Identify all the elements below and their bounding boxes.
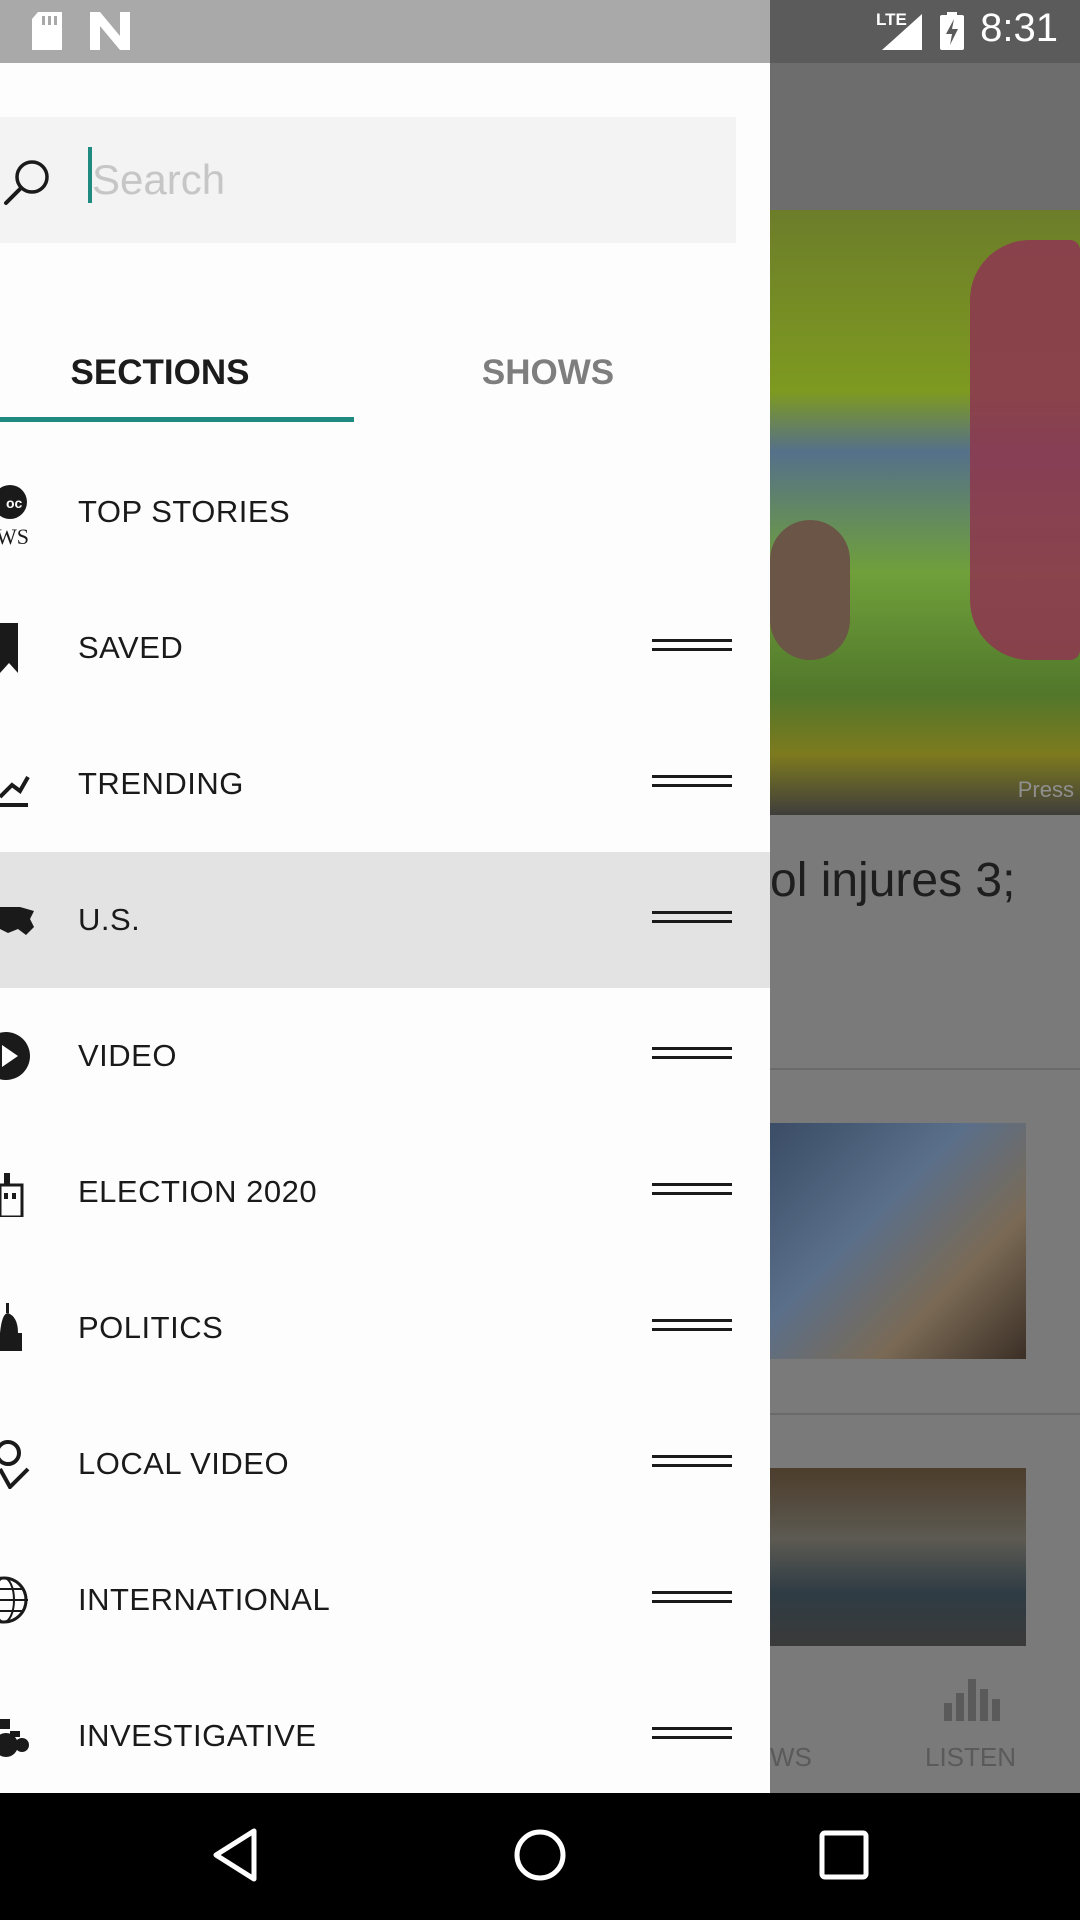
svg-text:WS: WS (0, 524, 29, 549)
trending-icon (0, 776, 30, 807)
section-item-saved[interactable]: SAVED (0, 580, 770, 716)
svg-text:oc: oc (6, 495, 23, 511)
background-thumbnail (770, 1468, 1026, 1646)
tab-shows[interactable]: SHOWS (388, 333, 708, 413)
background-tab-news: WS (770, 1742, 812, 1772)
sd-card-icon (32, 12, 62, 50)
section-item-international[interactable]: INTERNATIONAL (0, 1532, 770, 1668)
bookmark-icon (0, 623, 18, 673)
section-label: POLITICS (78, 1310, 224, 1345)
section-item-politics[interactable]: POLITICS (0, 1260, 770, 1396)
background-divider (770, 1068, 1080, 1070)
section-item-trending[interactable]: TRENDING (0, 716, 770, 852)
section-item-top-stories[interactable]: oc WS TOP STORIES (0, 444, 770, 580)
n-app-icon (90, 12, 130, 50)
drag-handle-icon[interactable] (652, 1455, 732, 1473)
background-thumbnail (770, 1123, 1026, 1359)
drag-handle-icon[interactable] (652, 775, 732, 793)
text-cursor (88, 147, 92, 203)
section-item-local-video[interactable]: LOCAL VIDEO (0, 1396, 770, 1532)
section-label: U.S. (78, 902, 141, 937)
section-item-video[interactable]: VIDEO (0, 988, 770, 1124)
navigation-drawer: SECTIONS SHOWS oc WS TOP STORIES SAVED (0, 63, 770, 1793)
abc-news-logo-icon: oc WS (0, 485, 29, 549)
section-label: INTERNATIONAL (78, 1582, 331, 1617)
sections-list: oc WS TOP STORIES SAVED TRENDING U.S. VI… (0, 444, 770, 1804)
dome-icon (0, 1303, 22, 1351)
navigation-bar (0, 1793, 1080, 1920)
capitol-building-icon (0, 1173, 24, 1217)
background-headline: ol injures 3; (770, 854, 1016, 907)
background-hero-caption: Press (1017, 777, 1074, 802)
section-label: VIDEO (78, 1038, 177, 1073)
listen-icon (944, 1679, 1000, 1721)
tab-sections[interactable]: SECTIONS (0, 333, 320, 413)
lte-signal-icon (882, 14, 922, 50)
battery-charging-icon (940, 12, 964, 50)
section-item-election-2020[interactable]: ELECTION 2020 (0, 1124, 770, 1260)
drag-handle-icon[interactable] (652, 1591, 732, 1609)
background-tab-listen: LISTEN (925, 1742, 1017, 1772)
status-bar: LTE 8:31 (0, 0, 1080, 63)
section-item-us[interactable]: U.S. (0, 852, 770, 988)
tab-selected-indicator (0, 417, 354, 422)
background-app: Press ol injures 3; WS LISTEN (770, 63, 1080, 1793)
drag-handle-icon[interactable] (652, 911, 732, 929)
home-icon[interactable] (510, 1825, 570, 1885)
section-label: ELECTION 2020 (78, 1174, 318, 1209)
background-hero-image (770, 210, 1080, 815)
section-label: TOP STORIES (78, 494, 291, 529)
section-label: LOCAL VIDEO (78, 1446, 290, 1481)
background-divider (770, 1413, 1080, 1415)
drag-handle-icon[interactable] (652, 1727, 732, 1745)
play-icon (0, 1032, 30, 1080)
drag-handle-icon[interactable] (652, 1319, 732, 1337)
us-map-icon (0, 907, 34, 935)
globe-icon (0, 1576, 28, 1624)
drag-handle-icon[interactable] (652, 1183, 732, 1201)
recents-icon[interactable] (814, 1825, 874, 1885)
drag-handle-icon[interactable] (652, 639, 732, 657)
status-time: 8:31 (980, 6, 1058, 50)
section-label: SAVED (78, 630, 184, 665)
search-bar[interactable] (0, 117, 736, 243)
search-icon (4, 160, 49, 205)
section-item-investigative[interactable]: INVESTIGATIVE (0, 1668, 770, 1804)
binoculars-icon (0, 1719, 29, 1757)
back-icon[interactable] (206, 1825, 266, 1885)
background-header (770, 63, 1080, 210)
search-input[interactable] (88, 141, 692, 219)
drag-handle-icon[interactable] (652, 1047, 732, 1065)
section-label: TRENDING (78, 766, 244, 801)
section-label: INVESTIGATIVE (78, 1718, 317, 1753)
location-pin-icon (0, 1440, 30, 1489)
